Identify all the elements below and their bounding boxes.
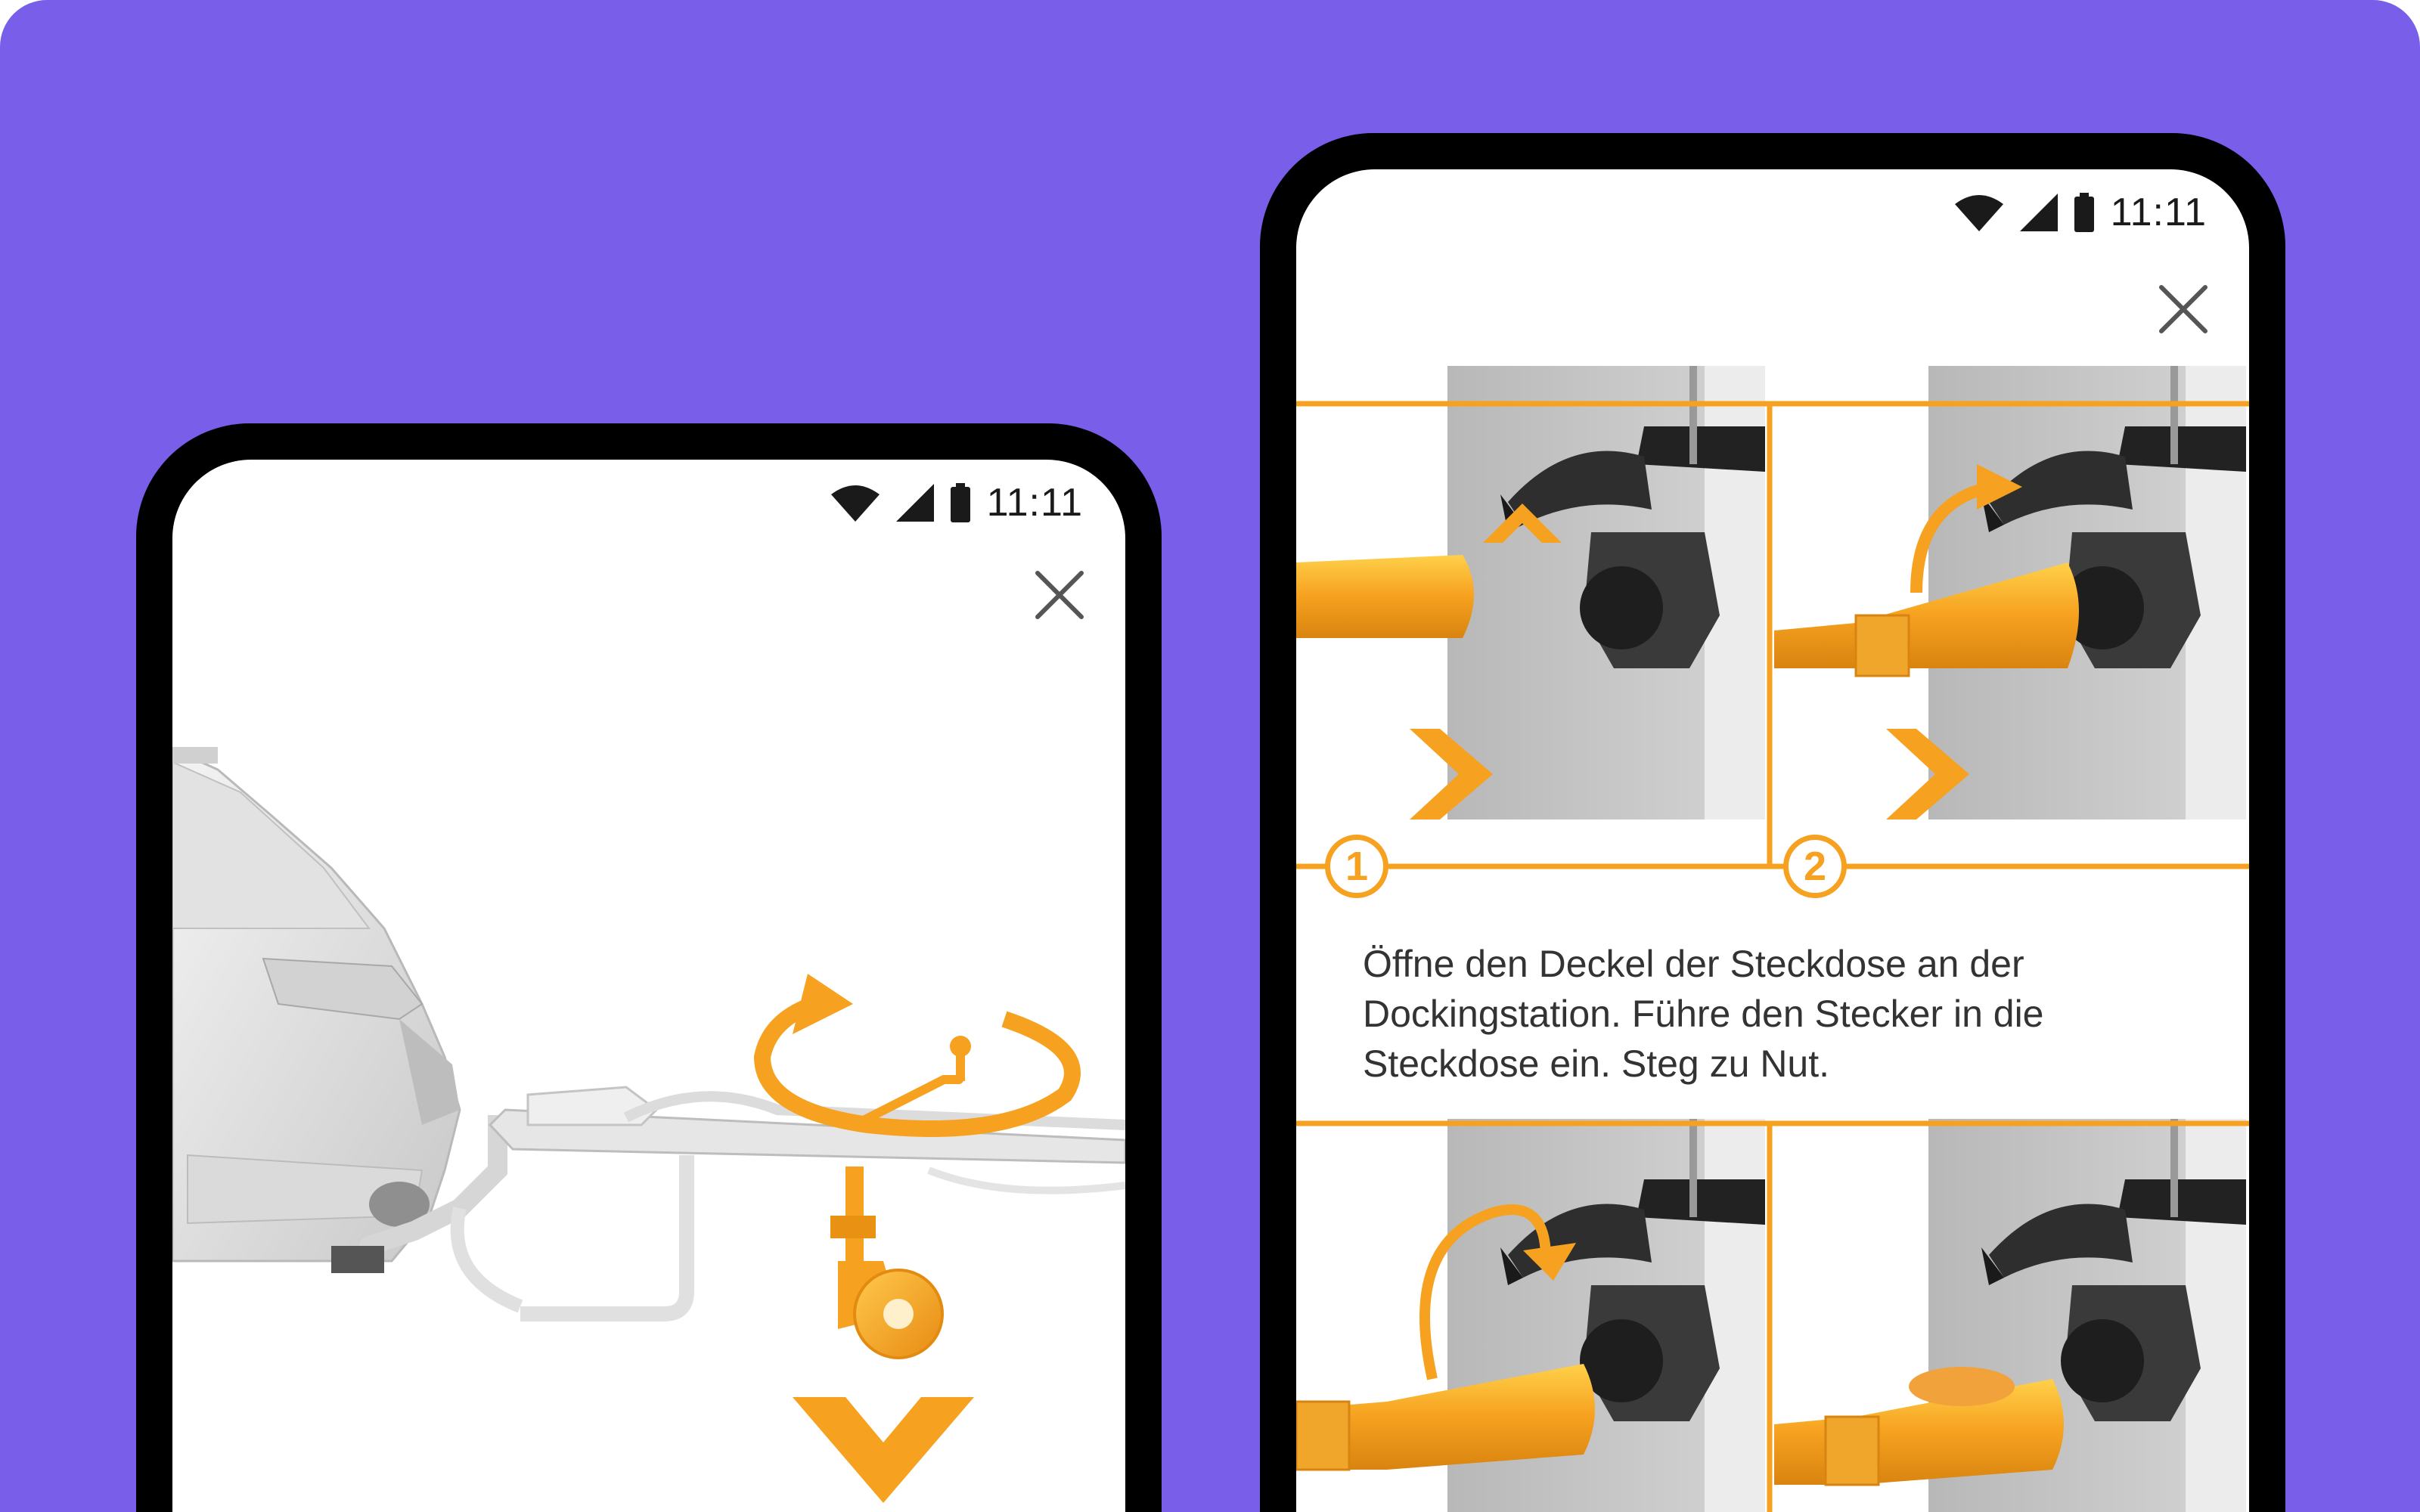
background-canvas: 11:11 11:11 1 2 Öffne den Deckel der Ste… bbox=[0, 0, 2420, 1512]
rotate-arrow-icon bbox=[753, 974, 1081, 1137]
step-badge-1: 1 bbox=[1325, 835, 1388, 898]
step-2-panel bbox=[1774, 366, 2246, 820]
chevron-down-icon bbox=[793, 1397, 974, 1503]
step-badge-2: 2 bbox=[1783, 835, 1847, 898]
car-rear bbox=[172, 747, 461, 1263]
phone-right: 11:11 1 2 Öffne den Deckel der Steckdose… bbox=[1260, 133, 2285, 1512]
step-3-panel bbox=[1296, 1119, 1765, 1512]
left-screen: 11:11 bbox=[172, 460, 1125, 1512]
step-4-panel bbox=[1774, 1119, 2246, 1512]
steps-grid bbox=[1296, 366, 2249, 1512]
step-1-panel bbox=[1296, 366, 1765, 820]
jockey-wheel bbox=[830, 1036, 971, 1359]
instruction-text: Öffne den Deckel der Steckdose an der Do… bbox=[1363, 943, 2044, 1085]
right-screen: 11:11 1 2 Öffne den Deckel der Steckdose… bbox=[1296, 169, 2249, 1512]
phone-left: 11:11 bbox=[136, 423, 1162, 1512]
car-trailer-illustration bbox=[172, 747, 1125, 1503]
